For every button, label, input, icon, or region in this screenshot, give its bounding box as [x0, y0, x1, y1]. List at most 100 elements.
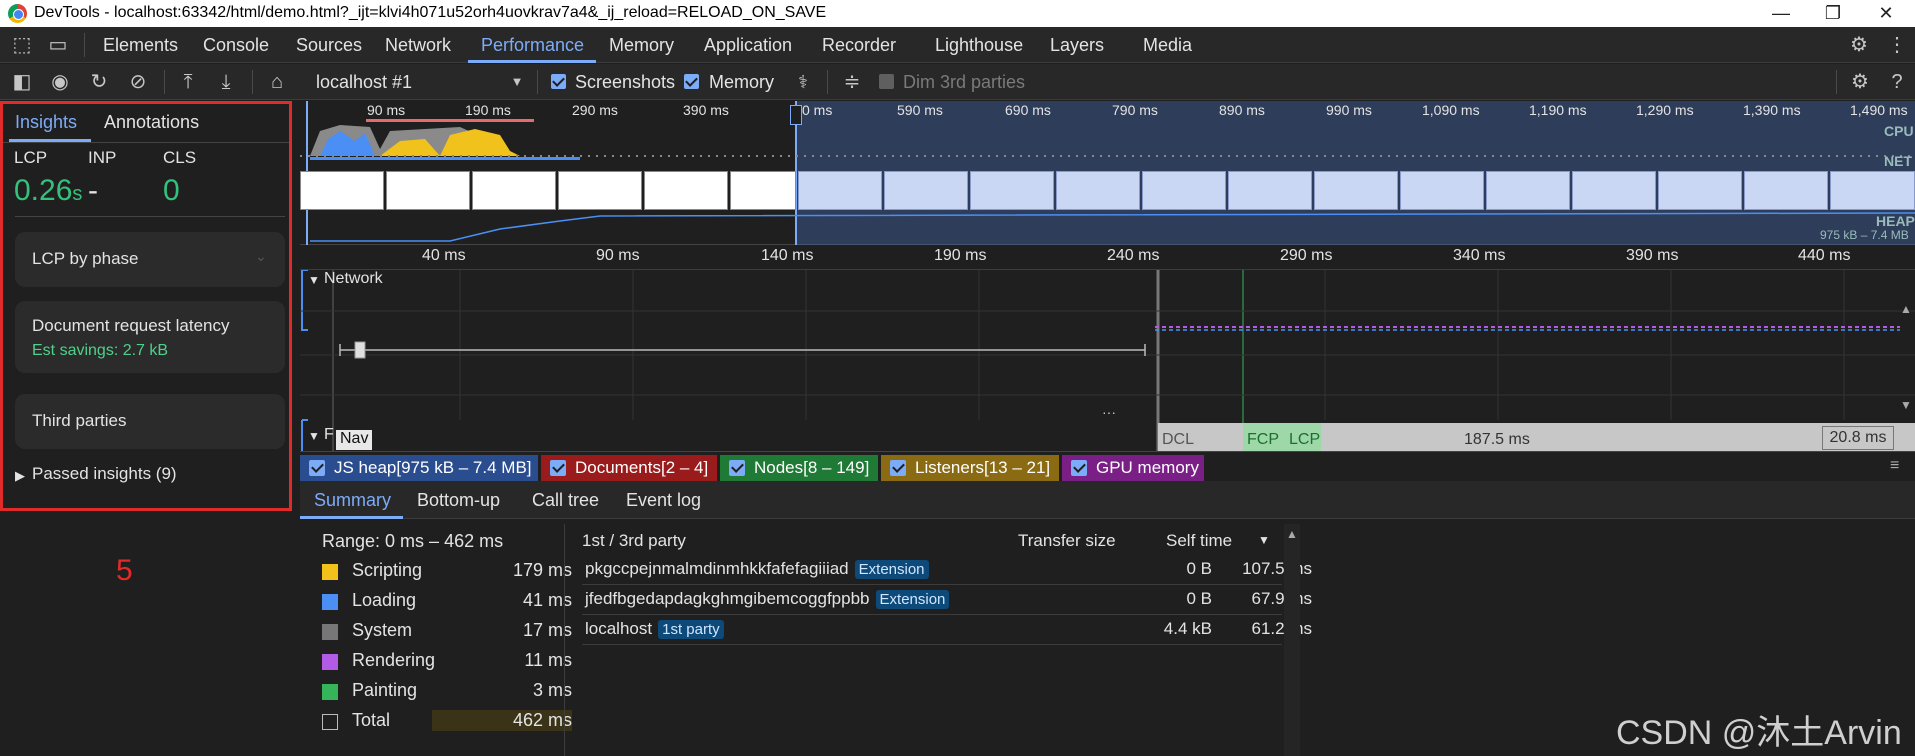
- col-header-party[interactable]: 1st / 3rd party: [582, 531, 686, 551]
- collapse-tracks-icon[interactable]: ≑: [840, 70, 864, 94]
- screenshot-thumb[interactable]: [1830, 171, 1915, 210]
- tab-application[interactable]: Application: [704, 35, 792, 56]
- screenshot-thumb[interactable]: [558, 171, 642, 210]
- timeline-overview[interactable]: 90 ms 190 ms 290 ms 390 ms 0 ms 590 ms 6…: [300, 101, 1915, 245]
- minimize-button[interactable]: —: [1761, 1, 1801, 26]
- record-icon[interactable]: ◉: [48, 70, 72, 94]
- tab-insights[interactable]: Insights: [15, 112, 77, 133]
- tab-media[interactable]: Media: [1143, 35, 1192, 56]
- counter-js-heap[interactable]: JS heap[975 kB – 7.4 MB]: [300, 455, 538, 481]
- tab-console[interactable]: Console: [203, 35, 269, 56]
- network-track-title[interactable]: Network: [324, 270, 383, 288]
- tab-annotations[interactable]: Annotations: [104, 112, 199, 133]
- tab-bottom-up[interactable]: Bottom-up: [417, 490, 500, 511]
- maximize-button[interactable]: ❐: [1813, 1, 1853, 26]
- settings-gear-icon[interactable]: ⚙: [1847, 33, 1871, 57]
- tab-lighthouse[interactable]: Lighthouse: [935, 35, 1023, 56]
- screenshot-thumb[interactable]: [798, 171, 882, 210]
- tab-recorder[interactable]: Recorder: [822, 35, 896, 56]
- download-icon[interactable]: ⤓: [214, 70, 238, 94]
- expand-triangle-icon[interactable]: ▼: [308, 273, 320, 287]
- table-row[interactable]: localhost 1st party 4.4 kB 61.2 ms: [582, 615, 1312, 645]
- passed-insights-toggle[interactable]: Passed insights (9): [32, 464, 177, 484]
- reload-record-icon[interactable]: ↻: [87, 70, 111, 94]
- toggle-sidebar-icon[interactable]: ◧: [10, 70, 34, 94]
- help-icon[interactable]: ?: [1885, 70, 1909, 94]
- checkbox[interactable]: [1071, 460, 1087, 476]
- expand-triangle-icon[interactable]: ▼: [308, 429, 320, 443]
- insight-card-document-request-latency[interactable]: Document request latency Est savings: 2.…: [15, 301, 285, 373]
- checkbox[interactable]: [729, 460, 745, 476]
- tab-summary[interactable]: Summary: [314, 490, 391, 511]
- screenshot-thumb[interactable]: [644, 171, 728, 210]
- checkbox[interactable]: [890, 460, 906, 476]
- screenshot-thumb[interactable]: [1228, 171, 1312, 210]
- screenshot-thumb[interactable]: [1400, 171, 1484, 210]
- screenshot-thumb[interactable]: [386, 171, 470, 210]
- tab-sources[interactable]: Sources: [296, 35, 362, 56]
- counter-documents[interactable]: Documents[2 – 4]: [541, 455, 717, 481]
- screenshot-thumb[interactable]: [472, 171, 556, 210]
- checkbox[interactable]: [309, 460, 325, 476]
- table-row[interactable]: jfedfbgedapdagkghmgibemcoggfppbb Extensio…: [582, 585, 1312, 615]
- cls-label: CLS: [163, 148, 197, 167]
- table-row[interactable]: pkgccpejnmalmdinmhkkfafefagiiiad Extensio…: [582, 555, 1312, 585]
- target-select[interactable]: localhost #1: [316, 72, 412, 93]
- screenshots-checkbox[interactable]: [551, 74, 566, 89]
- screenshot-thumb[interactable]: [1658, 171, 1742, 210]
- tab-event-log[interactable]: Event log: [626, 490, 701, 511]
- home-icon[interactable]: ⌂: [265, 70, 289, 94]
- screenshot-thumb[interactable]: [300, 171, 384, 210]
- frame-duration[interactable]: 20.8 ms: [1822, 426, 1894, 450]
- tab-memory[interactable]: Memory: [609, 35, 674, 56]
- checkbox[interactable]: [550, 460, 566, 476]
- divider: [827, 70, 828, 94]
- tab-layers[interactable]: Layers: [1050, 35, 1104, 56]
- chevron-down-icon[interactable]: ▼: [505, 70, 529, 94]
- screenshot-thumb[interactable]: [970, 171, 1054, 210]
- screenshot-thumb[interactable]: [1056, 171, 1140, 210]
- close-window-button[interactable]: ✕: [1866, 1, 1906, 26]
- screenshot-thumb[interactable]: [1142, 171, 1226, 210]
- garbage-collect-icon[interactable]: ⚕: [791, 70, 815, 94]
- counter-nodes[interactable]: Nodes[8 – 149]: [720, 455, 878, 481]
- lcp-marker[interactable]: LCP: [1289, 431, 1320, 449]
- drag-handle-icon[interactable]: ≡: [1890, 457, 1899, 475]
- clear-icon[interactable]: ⊘: [126, 70, 150, 94]
- screenshot-thumb[interactable]: [730, 171, 796, 210]
- sort-descending-icon[interactable]: ▼: [1258, 533, 1270, 547]
- counter-gpu-memory[interactable]: GPU memory: [1062, 455, 1204, 481]
- screenshot-thumb[interactable]: [884, 171, 968, 210]
- screenshot-thumb[interactable]: [1314, 171, 1398, 210]
- more-options-icon[interactable]: ⋮: [1885, 33, 1909, 57]
- dcl-marker[interactable]: DCL: [1162, 431, 1194, 449]
- fcp-marker[interactable]: FCP: [1247, 431, 1279, 449]
- scrollbar[interactable]: [1284, 524, 1300, 756]
- screenshot-thumb[interactable]: [1486, 171, 1570, 210]
- frame-duration[interactable]: 187.5 ms: [1464, 431, 1530, 449]
- frames-track-title[interactable]: F: [324, 426, 334, 444]
- counter-listeners[interactable]: Listeners[13 – 21]: [881, 455, 1059, 481]
- col-header-transfer[interactable]: Transfer size: [1018, 531, 1116, 551]
- main-timeline[interactable]: 40 ms 90 ms 140 ms 190 ms 240 ms 290 ms …: [300, 245, 1915, 451]
- tab-performance[interactable]: Performance: [481, 35, 584, 56]
- scroll-up-icon[interactable]: ▲: [1900, 302, 1912, 316]
- insight-card-lcp-by-phase[interactable]: LCP by phase ⌄: [15, 232, 285, 287]
- insight-card-third-parties[interactable]: Third parties: [15, 394, 285, 449]
- device-toolbar-icon[interactable]: ▭: [46, 33, 70, 57]
- upload-icon[interactable]: ⤒: [176, 70, 200, 94]
- inspect-element-icon[interactable]: ⬚: [10, 33, 34, 57]
- nav-marker[interactable]: Nav: [336, 430, 373, 450]
- col-header-self-time[interactable]: Self time: [1166, 531, 1232, 551]
- screenshot-thumb[interactable]: [1744, 171, 1828, 210]
- tab-elements[interactable]: Elements: [103, 35, 178, 56]
- tab-call-tree[interactable]: Call tree: [532, 490, 599, 511]
- expand-triangle-icon[interactable]: ▶: [15, 468, 25, 484]
- scroll-up-icon[interactable]: ▲: [1286, 527, 1298, 541]
- scroll-down-icon[interactable]: ▼: [1900, 398, 1912, 412]
- dim-3rd-checkbox[interactable]: [879, 74, 894, 89]
- capture-settings-icon[interactable]: ⚙: [1848, 70, 1872, 94]
- memory-checkbox[interactable]: [684, 74, 699, 89]
- tab-network[interactable]: Network: [385, 35, 451, 56]
- screenshot-thumb[interactable]: [1572, 171, 1656, 210]
